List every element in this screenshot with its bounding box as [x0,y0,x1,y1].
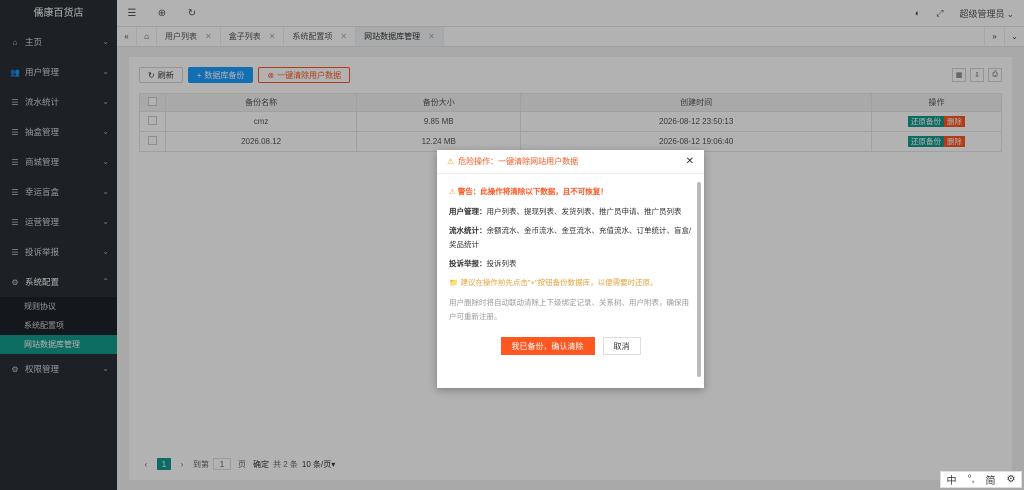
folder-icon: 📁 [449,278,461,287]
section-text: 投诉列表 [486,259,517,268]
close-icon[interactable]: ✕ [686,156,694,167]
ime-toolbar: 中 °, 简 ⚙ [940,471,1022,488]
dialog-body: ⚠ 警告：此操作将清除以下数据，且不可恢复！ 用户管理：用户列表、提现列表、发货… [437,175,704,388]
backup-hint: 📁 建议在操作前先点击"+"按钮备份数据库，以便需要时还原。 [449,278,658,287]
cascade-note: 用户删除时将自动联动清除上下级绑定记录、关系树、用户附表，确保用户可重新注册。 [449,298,689,321]
dialog-scrollbar[interactable] [697,182,701,377]
ime-lang[interactable]: 中 [947,472,957,487]
section-label: 投诉举报： [449,259,487,268]
warning-icon: ⚠ [447,157,455,166]
clear-section-2: 投诉举报：投诉列表 [449,257,692,271]
section-label: 流水统计： [449,226,487,235]
section-text: 用户列表、提现列表、发货列表、推广员申请、推广员列表 [486,207,682,216]
danger-dialog: ⚠ 危险操作：一键清除网站用户数据 ✕ ⚠ 警告：此操作将清除以下数据，且不可恢… [437,150,704,388]
clear-section-0: 用户管理：用户列表、提现列表、发货列表、推广员申请、推广员列表 [449,205,692,219]
ime-punct[interactable]: °, [968,474,975,485]
ime-mode[interactable]: 简 [985,472,995,487]
section-label: 用户管理： [449,207,487,216]
cancel-button[interactable]: 取消 [602,337,641,355]
warning-icon: ⚠ [449,187,458,196]
warning-line: ⚠ 警告：此操作将清除以下数据，且不可恢复！ [449,187,608,196]
gear-icon[interactable]: ⚙ [1007,474,1016,485]
dialog-header: ⚠ 危险操作：一键清除网站用户数据 ✕ [437,150,704,174]
dialog-buttons: 我已备份，确认清除 取消 [437,337,704,355]
clear-section-1: 流水统计：余额流水、金币流水、金豆流水、充值流水、订单统计、盲盒/奖品统计 [449,224,692,252]
confirm-clear-button[interactable]: 我已备份，确认清除 [500,337,595,355]
dialog-title: 危险操作：一键清除网站用户数据 [458,157,579,166]
